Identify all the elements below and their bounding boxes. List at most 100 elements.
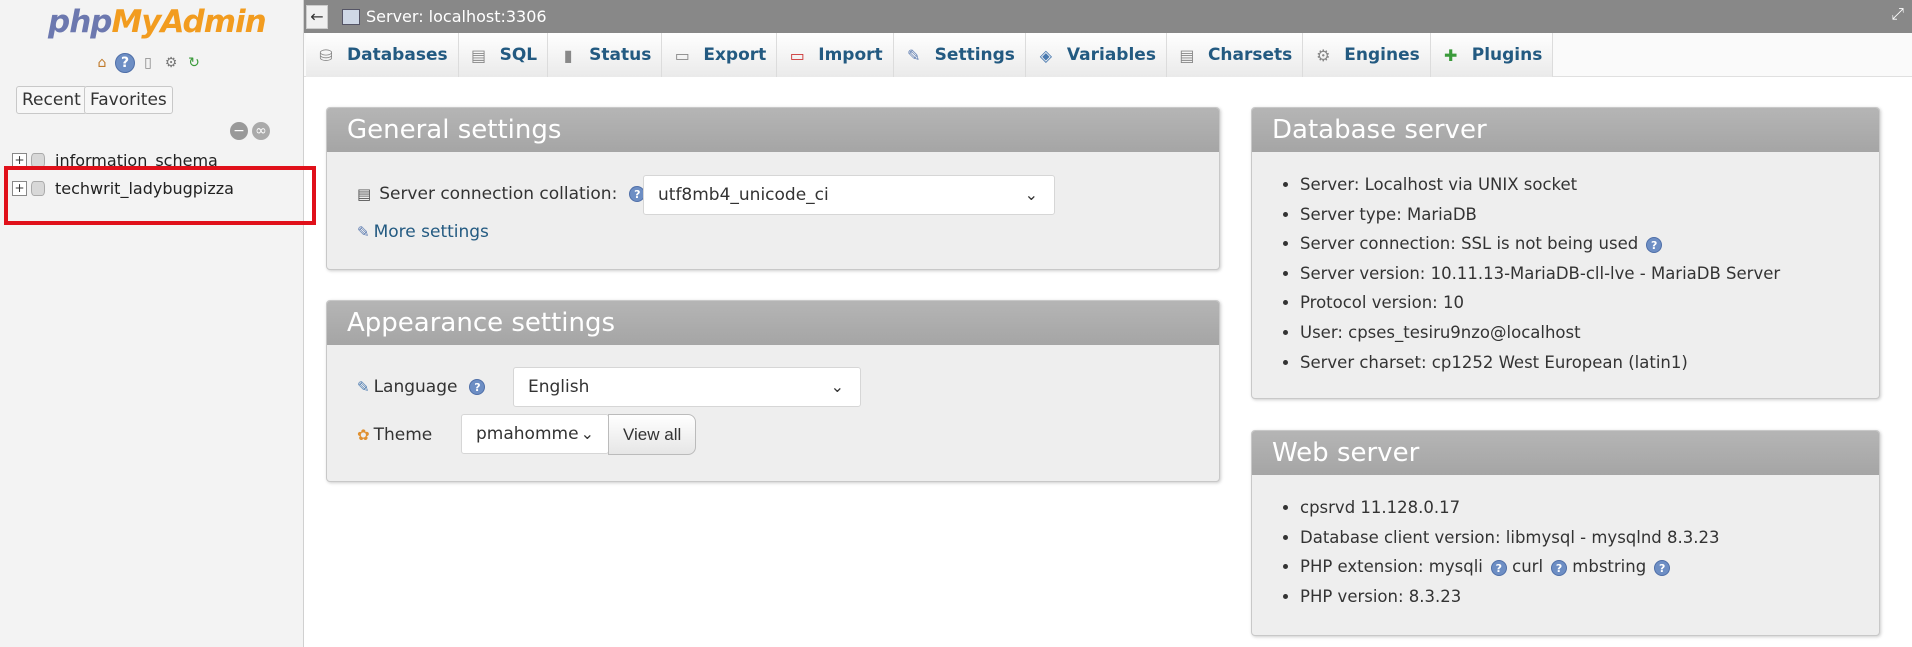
list-icon: ▤ <box>357 185 372 203</box>
help-icon[interactable]: ? <box>1646 557 1671 576</box>
theme-label: Theme <box>373 425 433 445</box>
phpmyadmin-logo[interactable]: phpMyAdmin <box>48 4 267 40</box>
tab-settings[interactable]: ✎ Settings <box>893 33 1026 77</box>
tab-label: Import <box>818 45 883 65</box>
list-item-text: Server connection: SSL is not being used <box>1300 234 1639 254</box>
tab-label: SQL <box>499 45 538 65</box>
palette-icon: ✿ <box>357 426 370 444</box>
database-server-panel: Database server Server: Localhost via UN… <box>1251 107 1880 399</box>
tab-status[interactable]: ▮ Status <box>548 33 663 77</box>
settings-icon[interactable]: ⚙ <box>161 53 181 73</box>
chevron-down-icon: ⌄ <box>580 424 594 443</box>
collation-row: ▤ Server connection collation: ? <box>357 184 646 204</box>
php-extension-label: PHP extension: mysqli <box>1300 557 1483 577</box>
more-settings-link[interactable]: More settings <box>374 222 489 242</box>
tab-databases[interactable]: ⛁ Databases <box>306 33 459 77</box>
tab-label: Variables <box>1066 45 1156 65</box>
highlight-annotation-box <box>4 166 316 225</box>
logo-myadmin-text: MyAdmin <box>111 4 266 40</box>
collapse-all-icon[interactable]: − <box>230 122 248 140</box>
theme-value: pmahomme <box>476 424 579 444</box>
collapse-sidebar-arrow-icon[interactable]: ← <box>306 5 328 29</box>
recent-button[interactable]: Recent <box>16 86 87 114</box>
sidebar-nav-icons: ⌂ ? ▯ ⚙ ↻ <box>92 53 204 73</box>
import-icon: ▭ <box>789 45 805 65</box>
theme-select[interactable]: pmahomme ⌄ <box>461 414 609 454</box>
help-icon[interactable]: ? <box>115 53 135 73</box>
charsets-icon: ▤ <box>1179 45 1195 65</box>
collation-label: Server connection collation: <box>379 184 618 204</box>
language-icon: ✎ <box>357 378 370 396</box>
link-icon[interactable]: ∞ <box>252 122 270 140</box>
top-breadcrumb-bar: ← Server: localhost:3306 ⤢ <box>304 0 1912 33</box>
home-icon[interactable]: ⌂ <box>92 53 112 73</box>
tab-label: Settings <box>934 45 1015 65</box>
help-icon[interactable]: ? <box>469 377 486 397</box>
expand-corner-icon[interactable]: ⤢ <box>1891 4 1904 24</box>
tab-label: Databases <box>347 45 448 65</box>
tab-sql[interactable]: ▤ SQL <box>458 33 549 77</box>
language-label: Language <box>373 377 458 397</box>
view-all-themes-button[interactable]: View all <box>608 414 697 455</box>
list-item: cpsrvd 11.128.0.17 <box>1300 493 1720 523</box>
engines-icon: ⚙ <box>1316 45 1331 65</box>
theme-row: ✿ Theme <box>357 425 432 445</box>
help-icon[interactable]: ? <box>1483 557 1507 576</box>
navigation-sidebar: phpMyAdmin ⌂ ? ▯ ⚙ ↻ Recent Favorites − … <box>0 0 316 647</box>
favorites-button[interactable]: Favorites <box>84 86 173 114</box>
list-item: Protocol version: 10 <box>1300 288 1780 318</box>
list-item: Database client version: libmysql - mysq… <box>1300 523 1720 553</box>
tab-label: Plugins <box>1471 45 1543 65</box>
list-item: Server type: MariaDB <box>1300 200 1780 230</box>
status-icon: ▮ <box>563 45 573 65</box>
collation-value: utf8mb4_unicode_ci <box>658 185 829 205</box>
help-icon[interactable]: ? <box>1638 234 1663 253</box>
panel-title: General settings <box>327 108 1219 152</box>
breadcrumb-server[interactable]: Server: localhost:3306 <box>366 7 547 26</box>
tab-label: Charsets <box>1207 45 1293 65</box>
tab-engines[interactable]: ⚙ Engines <box>1303 33 1431 77</box>
docs-icon[interactable]: ▯ <box>138 53 158 73</box>
tab-variables[interactable]: ◈ Variables <box>1025 33 1167 77</box>
list-item-text: Server type: MariaDB <box>1300 204 1477 224</box>
tab-label: Status <box>589 45 652 65</box>
plugins-icon: ✚ <box>1444 45 1458 65</box>
reload-icon[interactable]: ↻ <box>184 53 204 73</box>
collation-select[interactable]: utf8mb4_unicode_ci ⌄ <box>643 175 1055 215</box>
wrench-icon: ✎ <box>906 45 921 65</box>
language-value: English <box>528 377 590 397</box>
tab-import[interactable]: ▭ Import <box>777 33 894 77</box>
panel-title: Web server <box>1252 431 1879 475</box>
tab-label: Export <box>703 45 767 65</box>
sql-icon: ▤ <box>471 45 487 65</box>
language-row: ✎ Language ? <box>357 377 486 397</box>
tab-charsets[interactable]: ▤ Charsets <box>1166 33 1304 77</box>
more-settings-row: ✎ More settings <box>357 222 489 242</box>
tab-export[interactable]: ▭ Export <box>662 33 778 77</box>
wrench-icon: ✎ <box>357 223 370 241</box>
help-icon[interactable]: ? <box>1543 557 1568 576</box>
tree-controls: − ∞ <box>230 122 270 140</box>
list-item: Server version: 10.11.13-MariaDB-cll-lve… <box>1300 259 1780 289</box>
database-icon: ⛁ <box>319 45 333 65</box>
server-icon <box>342 9 360 25</box>
language-select[interactable]: English ⌄ <box>513 367 861 407</box>
chevron-down-icon: ⌄ <box>1024 185 1038 204</box>
list-item: User: cpses_tesiru9nzo@localhost <box>1300 318 1780 348</box>
variables-icon: ◈ <box>1039 45 1053 65</box>
appearance-settings-panel: Appearance settings ✎ Language ? English… <box>326 300 1220 482</box>
list-item: Server charset: cp1252 West European (la… <box>1300 348 1780 378</box>
database-server-info-list: Server: Localhost via UNIX socket Server… <box>1300 170 1780 377</box>
export-icon: ▭ <box>674 45 690 65</box>
panel-title: Appearance settings <box>327 301 1219 345</box>
web-server-panel: Web server cpsrvd 11.128.0.17 Database c… <box>1251 430 1880 636</box>
list-item: Server connection: SSL is not being used… <box>1300 229 1780 259</box>
web-server-info-list: cpsrvd 11.128.0.17 Database client versi… <box>1300 493 1720 611</box>
list-item: PHP version: 8.3.23 <box>1300 582 1720 612</box>
general-settings-panel: General settings ▤ Server connection col… <box>326 107 1220 270</box>
list-item: PHP extension: mysqli? curl? mbstring? <box>1300 552 1720 582</box>
chevron-down-icon: ⌄ <box>830 377 844 396</box>
panel-title: Database server <box>1252 108 1879 152</box>
tab-plugins[interactable]: ✚ Plugins <box>1430 33 1554 77</box>
logo-php-text: php <box>48 4 112 40</box>
